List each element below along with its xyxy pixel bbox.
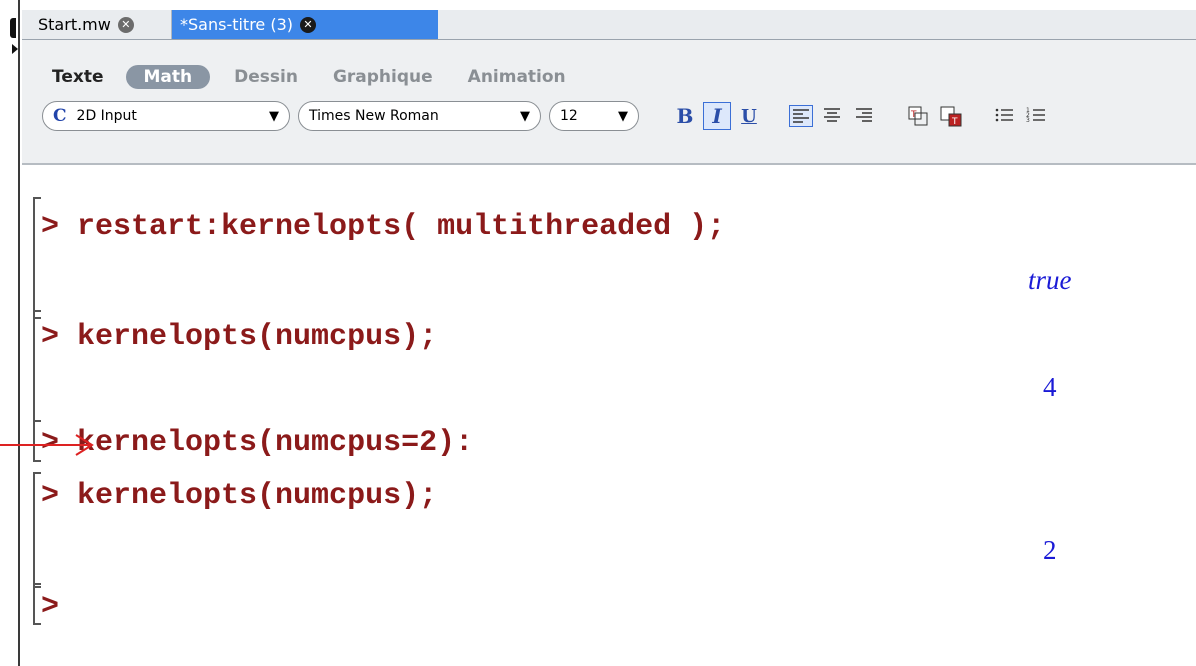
execution-group-bracket[interactable]	[33, 583, 41, 625]
command-text: kernelopts(numcpus);	[59, 479, 438, 513]
font-family-value: Times New Roman	[309, 108, 439, 124]
command-text: kernelopts(numcpus=2):	[59, 426, 474, 460]
context-toolbar: Texte Math Dessin Graphique Animation C …	[22, 40, 1196, 165]
input-line[interactable]: > kernelopts(numcpus);	[41, 479, 437, 513]
underline-button[interactable]: U	[735, 102, 763, 130]
prompt: >	[41, 590, 60, 624]
input-line[interactable]: >	[41, 590, 59, 624]
input-line[interactable]: > restart:kernelopts( multithreaded );	[41, 210, 725, 244]
format-controls: C 2D Input ▼ Times New Roman ▼ 12 ▼ B I …	[42, 99, 1057, 133]
insert-text-before-icon[interactable]: T	[907, 105, 931, 127]
mode-animation[interactable]: Animation	[468, 67, 566, 87]
execution-group-bracket[interactable]	[33, 197, 41, 319]
tab-sans-titre[interactable]: *Sans-titre (3) ✕	[172, 10, 438, 39]
output-value: 2	[1043, 535, 1057, 565]
window-handle	[10, 18, 16, 38]
insert-text-after-icon[interactable]: T	[939, 105, 963, 127]
bullet-list-icon[interactable]	[993, 105, 1017, 127]
input-mode-value: 2D Input	[76, 108, 137, 124]
svg-text:3: 3	[1026, 117, 1030, 124]
close-icon[interactable]: ✕	[300, 16, 317, 33]
italic-button[interactable]: I	[703, 102, 731, 130]
font-size-dropdown[interactable]: 12 ▼	[549, 101, 639, 131]
output-value: 4	[1043, 372, 1057, 402]
align-center-icon[interactable]	[821, 105, 845, 127]
mode-math[interactable]: Math	[125, 65, 211, 89]
italic-label: I	[712, 104, 722, 128]
mode-selector: Texte Math Dessin Graphique Animation	[52, 62, 601, 92]
execution-group-bracket[interactable]	[33, 472, 41, 588]
mode-dessin[interactable]: Dessin	[234, 67, 298, 87]
underline-label: U	[741, 105, 757, 127]
output-value: true	[1028, 265, 1072, 295]
command-text: restart:kernelopts( multithreaded );	[59, 210, 726, 244]
mode-graphique[interactable]: Graphique	[333, 67, 433, 87]
input-line[interactable]: > kernelopts(numcpus=2):	[41, 426, 473, 460]
collapse-arrow-icon[interactable]	[12, 44, 18, 54]
command-text: kernelopts(numcpus);	[59, 320, 438, 354]
annotation-arrow-icon	[40, 434, 94, 456]
execution-group-bracket[interactable]	[33, 310, 41, 422]
svg-text:T: T	[910, 110, 917, 120]
mode-texte[interactable]: Texte	[52, 67, 104, 87]
tab-start-mw[interactable]: Start.mw ✕	[30, 10, 172, 39]
tab-label: *Sans-titre (3)	[180, 15, 294, 34]
text-style-buttons: B I U T T 123	[671, 102, 1057, 130]
numbered-list-icon[interactable]: 123	[1025, 105, 1049, 127]
bold-button[interactable]: B	[671, 102, 699, 130]
font-size-value: 12	[560, 108, 578, 124]
window-edge	[18, 0, 20, 666]
svg-text:T: T	[951, 117, 958, 127]
tab-label: Start.mw	[38, 15, 111, 34]
prompt: >	[41, 210, 60, 244]
prompt: >	[41, 479, 60, 513]
chevron-down-icon: ▼	[618, 108, 628, 124]
input-line[interactable]: > kernelopts(numcpus);	[41, 320, 437, 354]
math-input-icon: C	[53, 106, 67, 126]
font-family-dropdown[interactable]: Times New Roman ▼	[298, 101, 541, 131]
align-left-icon[interactable]	[789, 105, 813, 127]
worksheet-area[interactable]: > restart:kernelopts( multithreaded ); t…	[22, 165, 1196, 666]
align-right-icon[interactable]	[853, 105, 877, 127]
close-icon[interactable]: ✕	[117, 16, 134, 33]
chevron-down-icon: ▼	[520, 108, 530, 124]
prompt: >	[41, 320, 60, 354]
document-tab-bar: Start.mw ✕ *Sans-titre (3) ✕	[22, 10, 1196, 40]
input-mode-dropdown[interactable]: C 2D Input ▼	[42, 101, 290, 131]
chevron-down-icon: ▼	[269, 108, 279, 124]
